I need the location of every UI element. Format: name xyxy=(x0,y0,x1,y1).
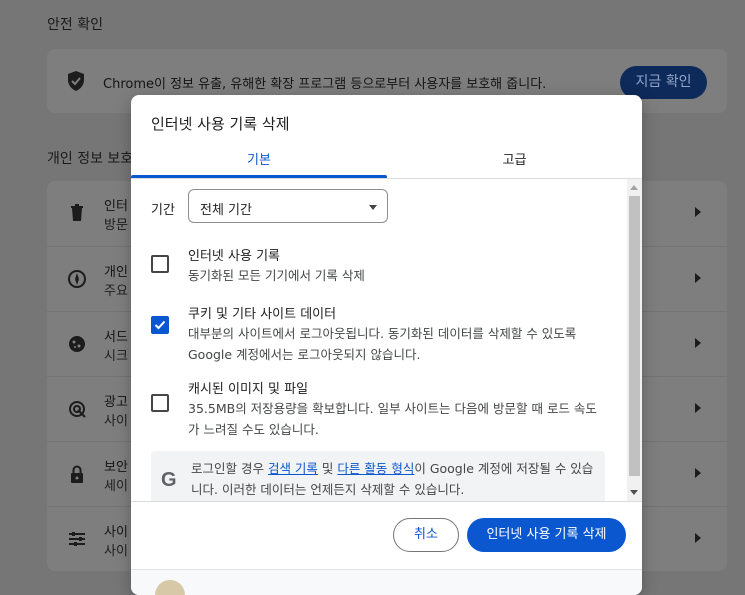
scrollbar-thumb[interactable] xyxy=(629,196,640,476)
chevron-right-icon xyxy=(695,338,701,348)
chevron-right-icon xyxy=(695,273,701,283)
cookie-icon xyxy=(69,336,85,352)
compass-icon xyxy=(68,270,86,288)
tune-sliders-icon xyxy=(69,532,85,546)
clear-data-button[interactable]: 인터넷 사용 기록 삭제 xyxy=(467,518,626,552)
row-subtitle: 사이 xyxy=(104,414,128,429)
row-title: 인터 xyxy=(104,199,128,214)
option-description: 대부분의 사이트에서 로그아웃됩니다. 동기화된 데이터를 삭제할 수 있도록 … xyxy=(188,326,577,362)
avatar xyxy=(155,580,185,595)
account-footer xyxy=(131,569,642,595)
shield-icon xyxy=(68,71,84,91)
row-subtitle: 사이 xyxy=(104,544,128,559)
other-activity-link[interactable]: 다른 활동 형식 xyxy=(337,461,414,476)
dialog-content: 기간 전체 기간 인터넷 사용 기록 동기화된 모든 기기에서 기록 삭제 쿠키… xyxy=(131,179,627,501)
row-subtitle: 주요 xyxy=(104,284,128,299)
safety-check-text: Chrome이 정보 유출, 유해한 확장 프로그램 등으로부터 사용자를 보호… xyxy=(103,77,547,92)
tab-basic[interactable]: 기본 xyxy=(131,149,387,177)
row-subtitle: 시크 xyxy=(104,349,128,364)
dropdown-arrow-icon xyxy=(369,205,377,210)
search-history-link[interactable]: 검색 기록 xyxy=(268,461,318,476)
chevron-right-icon xyxy=(695,468,701,478)
ads-target-icon xyxy=(69,401,86,418)
chevron-right-icon xyxy=(695,533,701,543)
lock-icon xyxy=(71,465,83,483)
option-description: 35.5MB의 저장용량을 확보합니다. 일부 사이트는 다음에 방문할 때 로… xyxy=(188,401,597,437)
cached-images-checkbox[interactable] xyxy=(151,394,169,412)
cancel-button[interactable]: 취소 xyxy=(393,518,459,552)
row-title: 개인 xyxy=(104,265,128,280)
chevron-right-icon xyxy=(695,403,701,413)
notice-text-part: 로그인할 경우 xyxy=(191,461,268,476)
content-scrollbar[interactable] xyxy=(627,179,642,501)
tab-advanced[interactable]: 고급 xyxy=(387,149,642,177)
row-title: 서드 xyxy=(104,330,128,345)
google-g-icon: G xyxy=(161,469,177,491)
checkmark-icon xyxy=(154,320,166,330)
cookies-checkbox[interactable] xyxy=(151,316,169,334)
row-title: 사이 xyxy=(104,525,128,540)
option-title: 캐시된 이미지 및 파일 xyxy=(188,382,309,397)
trash-icon xyxy=(71,204,83,221)
time-range-label: 기간 xyxy=(151,203,175,218)
google-account-notice: G 로그인할 경우 검색 기록 및 다른 활동 형식이 Google 계정에 저… xyxy=(151,451,605,501)
scroll-up-arrow-icon[interactable] xyxy=(630,185,638,190)
google-notice-text: 로그인할 경우 검색 기록 및 다른 활동 형식이 Google 계정에 저장될… xyxy=(191,458,601,500)
scroll-down-arrow-icon[interactable] xyxy=(630,490,638,495)
row-subtitle: 방문 xyxy=(104,218,128,233)
option-title: 인터넷 사용 기록 xyxy=(188,249,280,264)
row-subtitle: 세이 xyxy=(104,479,128,494)
chevron-right-icon xyxy=(695,207,701,217)
time-range-select[interactable]: 전체 기간 xyxy=(188,189,388,223)
option-description: 동기화된 모든 기기에서 기록 삭제 xyxy=(188,268,365,283)
privacy-heading: 개인 정보 보호 xyxy=(47,151,134,167)
safety-check-heading: 안전 확인 xyxy=(47,17,103,33)
footer-divider xyxy=(131,501,642,502)
browsing-history-checkbox[interactable] xyxy=(151,255,169,273)
dialog-title: 인터넷 사용 기록 삭제 xyxy=(151,115,290,133)
clear-browsing-data-dialog: 인터넷 사용 기록 삭제 기본 고급 기간 전체 기간 인터넷 사용 기록 동기… xyxy=(131,95,642,595)
option-title: 쿠키 및 기타 사이트 데이터 xyxy=(188,307,337,322)
row-title: 광고 xyxy=(104,395,128,410)
notice-text-part: 및 xyxy=(317,461,338,476)
time-range-value: 전체 기간 xyxy=(200,203,252,218)
row-title: 보안 xyxy=(104,460,128,475)
